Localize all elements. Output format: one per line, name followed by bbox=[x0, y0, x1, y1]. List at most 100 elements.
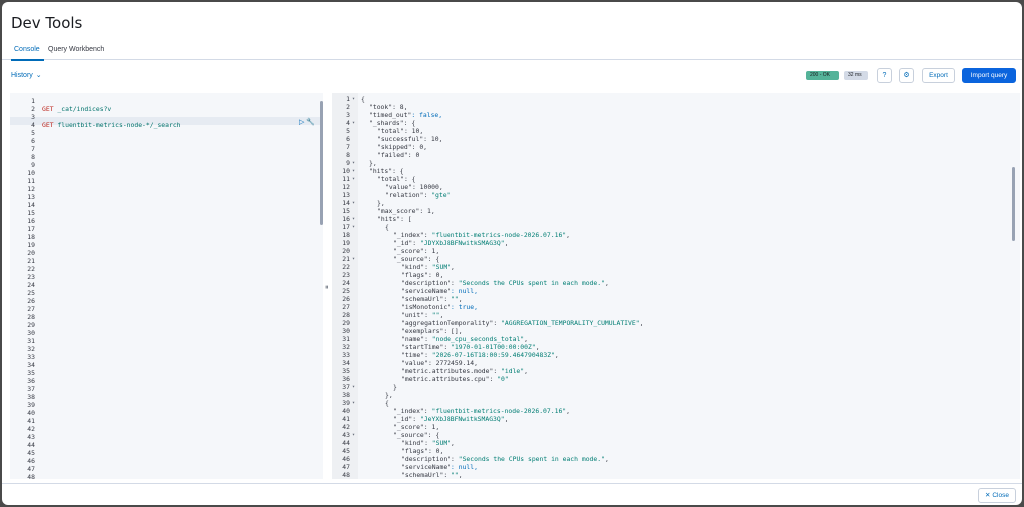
request-line[interactable]: 23 bbox=[10, 273, 323, 281]
request-editor[interactable]: 1 2 GET _cat/indices?v 3 4 GET fluentbit-metr… bbox=[10, 93, 323, 479]
request-line[interactable]: 17 bbox=[10, 225, 323, 233]
request-line[interactable]: 25 bbox=[10, 289, 323, 297]
response-code: "schemaUrl": "", bbox=[401, 471, 463, 479]
request-line[interactable]: 45 bbox=[10, 449, 323, 457]
tab-console[interactable]: Console bbox=[14, 46, 40, 53]
request-line[interactable]: 20 bbox=[10, 249, 323, 257]
response-code: "name": "node_cpu_seconds_total", bbox=[401, 335, 528, 343]
fold-toggle-icon[interactable]: ▾ bbox=[352, 383, 355, 391]
request-line[interactable]: 6 bbox=[10, 137, 323, 145]
fold-toggle-icon[interactable]: ▾ bbox=[352, 119, 355, 127]
request-line[interactable]: 44 bbox=[10, 441, 323, 449]
response-scrollbar[interactable] bbox=[1012, 167, 1015, 241]
request-line[interactable]: 5 bbox=[10, 129, 323, 137]
response-line: 26 "schemaUrl": "", bbox=[332, 295, 1020, 303]
request-scrollbar[interactable] bbox=[320, 101, 323, 225]
fold-toggle-icon[interactable]: ▾ bbox=[352, 199, 355, 207]
wrench-icon[interactable]: 🔧 bbox=[306, 119, 315, 126]
request-line[interactable]: 15 bbox=[10, 209, 323, 217]
history-button[interactable]: History ⌄ bbox=[11, 71, 42, 79]
settings-button[interactable]: ⚙ bbox=[899, 68, 914, 83]
close-button[interactable]: ✕ Close bbox=[978, 488, 1016, 503]
response-code: "_source": { bbox=[393, 431, 440, 439]
line-number: 11 bbox=[342, 175, 350, 183]
response-code: "_shards": { bbox=[369, 119, 416, 127]
request-line[interactable]: 40 bbox=[10, 409, 323, 417]
response-line: 8 "failed": 0 bbox=[332, 151, 1020, 159]
fold-toggle-icon[interactable]: ▾ bbox=[352, 223, 355, 231]
fold-toggle-icon[interactable]: ▾ bbox=[352, 159, 355, 167]
request-line[interactable]: 35 bbox=[10, 369, 323, 377]
line-number: 39 bbox=[342, 399, 350, 407]
line-number: 38 bbox=[342, 391, 350, 399]
tab-query-workbench[interactable]: Query Workbench bbox=[48, 46, 104, 53]
request-line[interactable]: 33 bbox=[10, 353, 323, 361]
request-line[interactable]: 43 bbox=[10, 433, 323, 441]
request-line[interactable]: 47 bbox=[10, 465, 323, 473]
fold-toggle-icon[interactable]: ▾ bbox=[352, 255, 355, 263]
request-line[interactable]: 30 bbox=[10, 329, 323, 337]
request-line[interactable]: 19 bbox=[10, 241, 323, 249]
request-line[interactable]: 4 GET fluentbit-metrics-node-*/_search bbox=[10, 121, 323, 129]
request-path: fluentbit-metrics-node-*/_search bbox=[57, 121, 181, 129]
request-line[interactable]: 18 bbox=[10, 233, 323, 241]
response-code: "isMonotonic": true, bbox=[401, 303, 478, 311]
request-line[interactable]: 42 bbox=[10, 425, 323, 433]
line-number: 39 bbox=[27, 401, 35, 409]
response-code: "skipped": 0, bbox=[377, 143, 428, 151]
request-line[interactable]: 9 bbox=[10, 161, 323, 169]
request-line[interactable]: 31 bbox=[10, 337, 323, 345]
fold-toggle-icon[interactable]: ▾ bbox=[352, 215, 355, 223]
fold-toggle-icon[interactable]: ▾ bbox=[352, 175, 355, 183]
response-line: 5 "total": 10, bbox=[332, 127, 1020, 135]
line-number: 47 bbox=[342, 463, 350, 471]
request-line[interactable]: 2 GET _cat/indices?v bbox=[10, 105, 323, 113]
request-line[interactable]: 21 bbox=[10, 257, 323, 265]
request-line[interactable]: 3 bbox=[10, 113, 323, 121]
help-button[interactable]: ? bbox=[877, 68, 892, 83]
request-line[interactable]: 8 bbox=[10, 153, 323, 161]
request-line[interactable]: 11 bbox=[10, 177, 323, 185]
request-line[interactable]: 7 bbox=[10, 145, 323, 153]
request-line[interactable]: 39 bbox=[10, 401, 323, 409]
fold-toggle-icon[interactable]: ▾ bbox=[352, 399, 355, 407]
request-line[interactable]: 12 bbox=[10, 185, 323, 193]
line-number: 8 bbox=[31, 153, 35, 161]
response-line: 32 "startTime": "1970-01-01T00:00:00Z", bbox=[332, 343, 1020, 351]
line-number: 42 bbox=[27, 425, 35, 433]
request-line[interactable]: 38 bbox=[10, 393, 323, 401]
play-icon[interactable]: ▷ bbox=[299, 119, 304, 126]
request-line[interactable]: 27 bbox=[10, 305, 323, 313]
request-line[interactable]: 37 bbox=[10, 385, 323, 393]
request-line[interactable]: 16 bbox=[10, 217, 323, 225]
request-line[interactable]: 1 bbox=[10, 97, 323, 105]
request-line[interactable]: 29 bbox=[10, 321, 323, 329]
request-line[interactable]: 22 bbox=[10, 265, 323, 273]
line-number: 28 bbox=[342, 311, 350, 319]
request-line[interactable]: 14 bbox=[10, 201, 323, 209]
line-number: 4 bbox=[31, 121, 35, 129]
request-line[interactable]: 13 bbox=[10, 193, 323, 201]
response-line: 19 "_id": "JDYXbJ8BFNwitkSMAG3Q", bbox=[332, 239, 1020, 247]
request-line[interactable]: 10 bbox=[10, 169, 323, 177]
request-line[interactable]: 24 bbox=[10, 281, 323, 289]
export-button[interactable]: Export bbox=[922, 68, 955, 83]
request-line[interactable]: 48 bbox=[10, 473, 323, 479]
request-line[interactable]: 41 bbox=[10, 417, 323, 425]
response-line: 27 "isMonotonic": true, bbox=[332, 303, 1020, 311]
line-number: 20 bbox=[27, 249, 35, 257]
fold-toggle-icon[interactable]: ▾ bbox=[352, 431, 355, 439]
import-query-button[interactable]: Import query bbox=[962, 68, 1016, 83]
line-number: 40 bbox=[342, 407, 350, 415]
request-line[interactable]: 46 bbox=[10, 457, 323, 465]
fold-toggle-icon[interactable]: ▾ bbox=[352, 95, 355, 103]
request-line[interactable]: 34 bbox=[10, 361, 323, 369]
request-line[interactable]: 26 bbox=[10, 297, 323, 305]
line-number: 9 bbox=[31, 161, 35, 169]
request-line[interactable]: 28 bbox=[10, 313, 323, 321]
fold-toggle-icon[interactable]: ▾ bbox=[352, 167, 355, 175]
request-line[interactable]: 36 bbox=[10, 377, 323, 385]
request-line[interactable]: 32 bbox=[10, 345, 323, 353]
pane-resize-handle[interactable]: ⏸ bbox=[325, 284, 329, 292]
line-number: 19 bbox=[342, 239, 350, 247]
